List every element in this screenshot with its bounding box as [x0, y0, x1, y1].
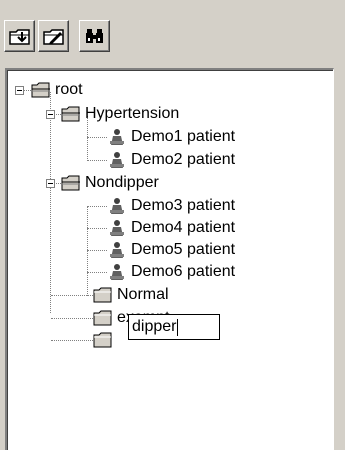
tree-line — [87, 228, 107, 229]
patient-icon — [110, 129, 124, 145]
tree-node-label: Normal — [117, 286, 169, 303]
text-caret — [177, 318, 179, 336]
tree-node-patient[interactable]: Demo3 patient — [107, 195, 235, 217]
collapse-root-toggle[interactable] — [15, 86, 24, 95]
folder-open-icon — [31, 82, 50, 98]
find-button[interactable] — [79, 20, 110, 52]
tree-node-dipper[interactable] — [93, 329, 113, 351]
tree-node-label: Demo6 patient — [131, 263, 236, 280]
folder-open-icon — [61, 175, 80, 191]
tree-node-label: Demo3 patient — [131, 197, 236, 214]
patient-icon — [110, 220, 124, 236]
tree-view[interactable]: root Hypertension Demo1 patient Demo2 pa… — [5, 68, 334, 450]
tree-line — [87, 137, 107, 138]
tree-line — [51, 295, 93, 296]
edit-folder-button[interactable] — [38, 20, 69, 52]
tree-line — [50, 92, 51, 313]
patient-icon — [110, 198, 124, 214]
edit-folder-icon — [42, 29, 64, 45]
tree-node-label: root — [55, 81, 83, 98]
tree-node-label: Demo4 patient — [131, 219, 236, 236]
tree-node-patient[interactable]: Demo6 patient — [107, 261, 235, 283]
folder-closed-icon — [93, 310, 112, 326]
tree-node-label: Demo1 patient — [131, 128, 236, 145]
tree-node-patient[interactable]: Demo1 patient — [107, 126, 235, 148]
tree-node-patient[interactable]: Demo4 patient — [107, 217, 235, 239]
tree-node-patient[interactable]: Demo5 patient — [107, 239, 235, 261]
folder-open-icon — [61, 106, 80, 122]
tree-line — [87, 206, 88, 296]
rename-input-text: dipper — [132, 318, 177, 335]
tree-line — [87, 160, 107, 161]
new-folder-button[interactable] — [4, 20, 35, 52]
tree-line — [51, 318, 93, 319]
tree-line — [51, 340, 93, 341]
tree-node-label: Demo5 patient — [131, 241, 236, 258]
patient-icon — [110, 242, 124, 258]
new-folder-icon — [8, 29, 30, 45]
folder-closed-icon — [93, 287, 112, 303]
tree-node-normal[interactable]: Normal — [93, 284, 169, 306]
tree-node-nondipper[interactable]: Nondipper — [61, 172, 159, 194]
tree-node-label: Nondipper — [85, 174, 159, 191]
patient-icon — [110, 152, 124, 168]
toolbar — [0, 0, 345, 68]
tree-node-root[interactable]: root — [31, 79, 83, 101]
collapse-nondipper-toggle[interactable] — [46, 179, 55, 188]
folder-closed-icon — [93, 332, 112, 348]
tree-node-label: Demo2 patient — [131, 151, 236, 168]
collapse-hypertension-toggle[interactable] — [46, 110, 55, 119]
tree-node-patient[interactable]: Demo2 patient — [107, 149, 235, 171]
tree-line — [87, 250, 107, 251]
tree-line — [87, 206, 107, 207]
binoculars-icon — [85, 29, 103, 43]
rename-input[interactable]: dipper — [128, 314, 220, 340]
tree-node-label: Hypertension — [85, 105, 180, 122]
tree-line — [87, 272, 107, 273]
tree-node-hypertension[interactable]: Hypertension — [61, 103, 179, 125]
patient-icon — [110, 264, 124, 280]
